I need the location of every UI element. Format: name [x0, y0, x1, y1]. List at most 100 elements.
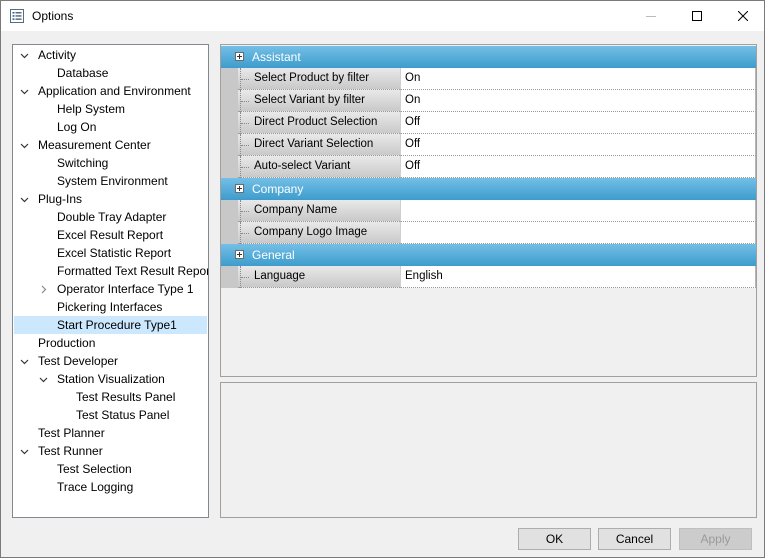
property-value[interactable]: English	[400, 266, 756, 288]
tree-item-label: Formatted Text Result Report	[57, 264, 209, 278]
category-header[interactable]: Assistant	[221, 46, 756, 68]
tree-item[interactable]: Test Selection	[13, 460, 208, 478]
property-row[interactable]: Select Variant by filter On	[221, 90, 756, 112]
apply-button[interactable]: Apply	[679, 528, 752, 550]
property-value[interactable]: Off	[400, 134, 756, 156]
property-row[interactable]: Language English	[221, 266, 756, 288]
tree-item-label: Measurement Center	[38, 138, 151, 152]
close-icon	[738, 11, 748, 21]
tree-item[interactable]: System Environment	[13, 172, 208, 190]
tree-item-label: Help System	[57, 102, 126, 116]
property-row[interactable]: Direct Variant Selection Off	[221, 134, 756, 156]
tree-item[interactable]: Operator Interface Type 1	[13, 280, 208, 298]
category-header[interactable]: General	[221, 244, 756, 266]
property-name[interactable]: Select Variant by filter	[238, 90, 400, 112]
tree-item[interactable]: Formatted Text Result Report	[13, 262, 208, 280]
ok-button[interactable]: OK	[518, 528, 591, 550]
tree-item[interactable]: Help System	[13, 100, 208, 118]
property-name[interactable]: Language	[238, 266, 400, 288]
property-row[interactable]: Company Logo Image	[221, 222, 756, 244]
row-gutter	[221, 200, 238, 222]
tree-item[interactable]: Test Results Panel	[13, 388, 208, 406]
tree-item-label: Test Developer	[38, 354, 119, 368]
tree-item[interactable]: Station Visualization	[13, 370, 208, 388]
category-label: Company	[252, 182, 304, 196]
title-bar[interactable]: Options	[1, 1, 764, 31]
property-row[interactable]: Direct Product Selection Off	[221, 112, 756, 134]
property-value[interactable]	[400, 222, 756, 244]
property-name[interactable]: Auto-select Variant	[238, 156, 400, 178]
property-value[interactable]: On	[400, 90, 756, 112]
tree-item[interactable]: Excel Result Report	[13, 226, 208, 244]
row-gutter	[221, 68, 238, 90]
property-name[interactable]: Company Name	[238, 200, 400, 222]
property-value[interactable]: Off	[400, 112, 756, 134]
options-list-icon	[10, 9, 24, 23]
tree-item-label: Production	[38, 336, 96, 350]
cancel-button[interactable]: Cancel	[598, 528, 671, 550]
tree-item[interactable]: Test Runner	[13, 442, 208, 460]
property-value[interactable]: Off	[400, 156, 756, 178]
tree-item-label: System Environment	[57, 174, 168, 188]
tree-item-label: Activity	[38, 48, 77, 62]
tree-item[interactable]: Double Tray Adapter	[13, 208, 208, 226]
chevron-down-icon[interactable]	[18, 190, 30, 208]
chevron-down-icon[interactable]	[18, 46, 30, 64]
tree-item-label: Log On	[57, 120, 97, 134]
tree-item[interactable]: Trace Logging	[13, 478, 208, 496]
tree-item-label: Excel Result Report	[57, 228, 164, 242]
tree-item[interactable]: Test Planner	[13, 424, 208, 442]
tree-item[interactable]: Production	[13, 334, 208, 352]
tree-item[interactable]: Pickering Interfaces	[13, 298, 208, 316]
close-button[interactable]	[720, 1, 765, 31]
chevron-right-icon[interactable]	[37, 280, 49, 298]
chevron-down-icon[interactable]	[18, 82, 30, 100]
row-gutter	[221, 112, 238, 134]
tree-item[interactable]: Start Procedure Type1	[14, 316, 207, 334]
chevron-down-icon[interactable]	[18, 442, 30, 460]
chevron-down-icon[interactable]	[18, 136, 30, 154]
tree-item[interactable]: Test Developer	[13, 352, 208, 370]
property-row[interactable]: Auto-select Variant Off	[221, 156, 756, 178]
row-gutter	[221, 222, 238, 244]
property-name[interactable]: Select Product by filter	[238, 68, 400, 90]
tree-item-label: Switching	[57, 156, 109, 170]
tree-item-label: Test Planner	[38, 426, 105, 440]
tree-item[interactable]: Database	[13, 64, 208, 82]
minimize-icon	[646, 16, 656, 17]
chevron-down-icon[interactable]	[37, 370, 49, 388]
expand-collapse-icon[interactable]	[235, 184, 244, 193]
property-value[interactable]: On	[400, 68, 756, 90]
options-tree[interactable]: Activity Database Application and Environm…	[12, 44, 209, 518]
chevron-down-icon[interactable]	[18, 352, 30, 370]
tree-item[interactable]: Log On	[13, 118, 208, 136]
tree-item-label: Test Status Panel	[76, 408, 170, 422]
expand-collapse-icon[interactable]	[235, 52, 244, 61]
tree-item[interactable]: Measurement Center	[13, 136, 208, 154]
tree-item[interactable]: Excel Statistic Report	[13, 244, 208, 262]
tree-item[interactable]: Test Status Panel	[13, 406, 208, 424]
tree-item-label: Test Results Panel	[76, 390, 176, 404]
tree-item[interactable]: Activity	[13, 46, 208, 64]
tree-item[interactable]: Application and Environment	[13, 82, 208, 100]
tree-item-label: Test Runner	[38, 444, 103, 458]
window-title: Options	[32, 9, 74, 23]
property-row[interactable]: Company Name	[221, 200, 756, 222]
property-name[interactable]: Direct Variant Selection	[238, 134, 400, 156]
tree-item-label: Double Tray Adapter	[57, 210, 167, 224]
property-name[interactable]: Direct Product Selection	[238, 112, 400, 134]
property-grid[interactable]: Assistant Select Product by filter On Selec…	[220, 44, 757, 377]
property-value[interactable]	[400, 200, 756, 222]
tree-item[interactable]: Plug-Ins	[13, 190, 208, 208]
minimize-button[interactable]	[628, 1, 674, 31]
property-name[interactable]: Company Logo Image	[238, 222, 400, 244]
tree-item-label: Station Visualization	[57, 372, 165, 386]
tree-item[interactable]: Switching	[13, 154, 208, 172]
row-gutter	[221, 156, 238, 178]
tree-item-label: Pickering Interfaces	[57, 300, 163, 314]
category-header[interactable]: Company	[221, 178, 756, 200]
maximize-button[interactable]	[674, 1, 720, 31]
tree-item-label: Trace Logging	[57, 480, 134, 494]
property-row[interactable]: Select Product by filter On	[221, 68, 756, 90]
expand-collapse-icon[interactable]	[235, 250, 244, 259]
